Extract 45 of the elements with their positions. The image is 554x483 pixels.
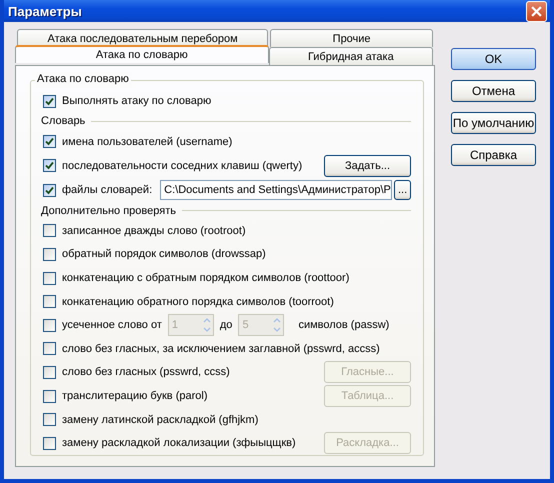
checkbox[interactable]: [43, 390, 56, 403]
option-label: транслитерацию букв (parol): [62, 390, 208, 402]
checkbox[interactable]: [43, 159, 56, 172]
browse-button[interactable]: ...: [394, 180, 411, 200]
checkbox[interactable]: [43, 135, 56, 148]
checkbox[interactable]: [43, 184, 56, 197]
checkbox[interactable]: [43, 366, 56, 379]
option-label: символов (passw): [298, 319, 390, 332]
option-label: замену латинской раскладкой (gfhjkm): [62, 414, 258, 426]
section-heading: Дополнительно проверять: [41, 204, 176, 217]
checkbox[interactable]: [43, 342, 56, 356]
window-title: Параметры: [8, 4, 82, 19]
tab[interactable]: Гибридная атака: [268, 47, 433, 66]
option-label: имена пользователей (username): [62, 136, 232, 148]
option-label: конкатенацию с обратным порядком символов (roottoor): [62, 272, 350, 284]
option-label: замену раскладкой локализации (зфыыцщкв): [62, 437, 296, 450]
option-label: обратный порядок символов (drowssap): [62, 248, 266, 260]
dialog-button[interactable]: Справка: [451, 144, 536, 166]
option-label: усеченное слово от: [62, 319, 162, 332]
dialog-button[interactable]: По умолчанию: [451, 112, 536, 134]
close-button[interactable]: [526, 0, 547, 22]
checkbox[interactable]: [43, 295, 56, 308]
dialog-button[interactable]: OK: [451, 48, 536, 70]
group-title: Атака по словарю: [35, 73, 131, 86]
option-label: записанное дважды слово (rootroot): [62, 224, 246, 237]
path-field[interactable]: C:\Documents and Settings\Администратор\P: [160, 180, 392, 200]
option-label: слово без гласных (psswrd, ccss): [62, 366, 230, 378]
checkbox[interactable]: [43, 413, 56, 426]
option-label: Выполнять атаку по словарю: [62, 95, 212, 108]
option-label: слово без гласных, за исключением заглавной (psswrd, accss): [62, 342, 380, 355]
checkbox[interactable]: [43, 272, 56, 285]
option-label: до: [220, 319, 232, 332]
tab[interactable]: Атака по словарю: [15, 45, 269, 64]
option-label: файлы словарей:: [62, 184, 152, 196]
checkbox[interactable]: [43, 224, 56, 238]
section-heading: Словарь: [41, 115, 86, 128]
option-label: последовательности соседних клавиш (qwerty): [62, 160, 302, 172]
option-button[interactable]: Задать...: [324, 154, 411, 177]
tab[interactable]: Прочие: [270, 29, 433, 48]
close-icon: [531, 6, 542, 17]
checkbox[interactable]: [43, 248, 56, 261]
checkbox[interactable]: [43, 94, 56, 108]
dialog-button[interactable]: Отмена: [451, 80, 536, 102]
checkbox[interactable]: [43, 436, 56, 450]
option-label: конкатенацию обратного порядка символов (toorroot): [62, 296, 334, 308]
